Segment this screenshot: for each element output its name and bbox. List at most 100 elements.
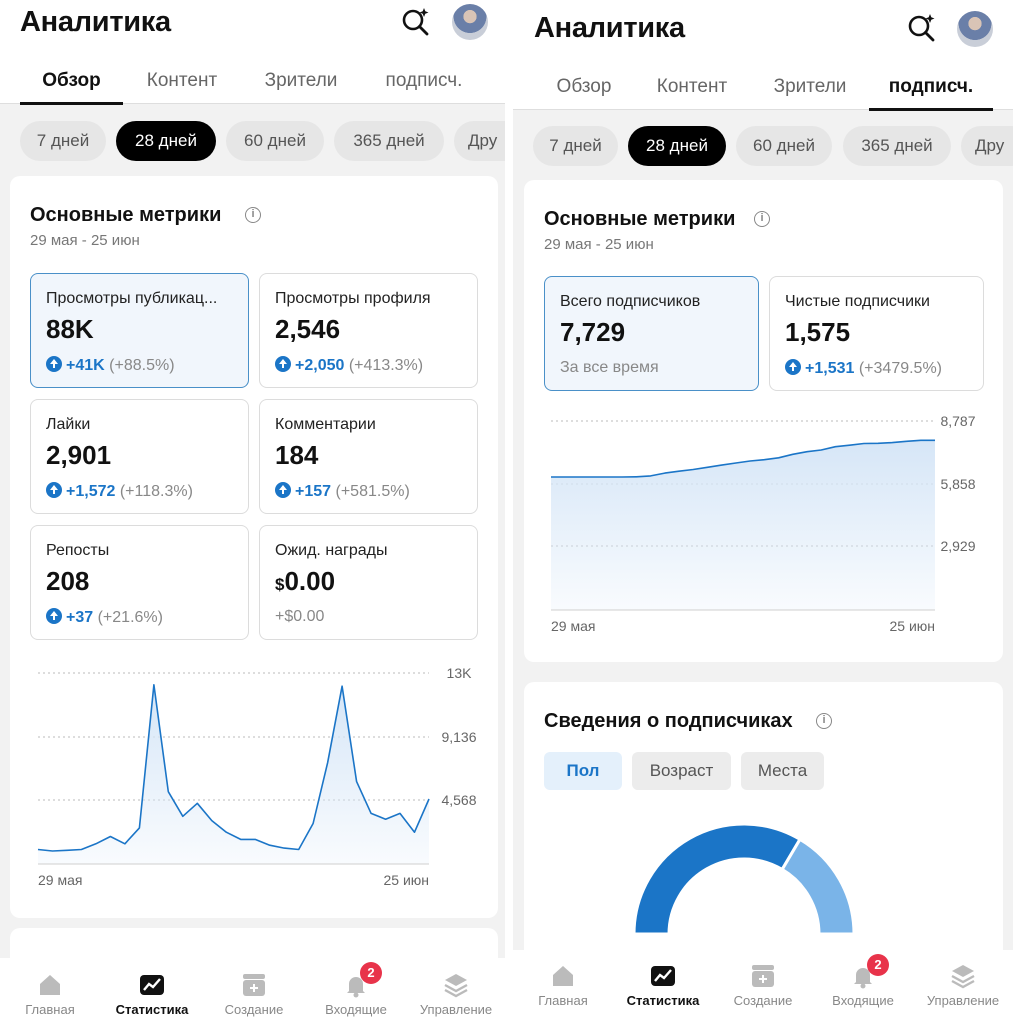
metric-profile-views[interactable]: Просмотры профиля 2,546 +2,050 (+413.3%)	[259, 273, 478, 388]
area-fill	[38, 684, 429, 864]
card-title: Основные метрики	[544, 208, 736, 230]
info-icon[interactable]: i	[754, 211, 770, 227]
y-tick-label: 8,787	[940, 413, 975, 429]
bottom-nav: Главная Статистика Создание Входящие 2 У…	[513, 950, 1013, 1024]
chip-60-days[interactable]: 60 дней	[736, 126, 832, 166]
chip-60-days[interactable]: 60 дней	[226, 121, 324, 161]
tab-followers[interactable]: подписч.	[869, 72, 993, 111]
nav-home[interactable]: Главная	[513, 950, 613, 1008]
segment-age[interactable]: Возраст	[632, 752, 731, 790]
page-title: Аналитика	[20, 6, 171, 38]
period-chips: 7 дней 28 дней 60 дней 365 дней Дру	[513, 126, 1013, 170]
x-tick-label-start: 29 мая	[38, 872, 82, 888]
metric-expected-rewards[interactable]: Ожид. награды $0.00 +$0.00	[259, 525, 478, 640]
nav-statistics[interactable]: Статистика	[613, 950, 713, 1008]
card-title: Сведения о подписчиках	[544, 710, 793, 732]
nav-manage[interactable]: Управление	[913, 950, 1013, 1008]
ai-search-icon[interactable]	[400, 6, 432, 38]
chip-28-days[interactable]: 28 дней	[116, 121, 216, 161]
y-tick-label: 4,568	[441, 792, 476, 808]
info-icon[interactable]: i	[245, 207, 261, 223]
metric-net-followers[interactable]: Чистые подписчики 1,575 +1,531 (+3479.5%…	[769, 276, 984, 391]
metric-post-views[interactable]: Просмотры публикац... 88K +41K (+88.5%)	[30, 273, 249, 388]
period-chips: 7 дней 28 дней 60 дней 365 дней Дру	[0, 121, 505, 165]
info-icon[interactable]: i	[816, 713, 832, 729]
home-icon	[553, 966, 573, 986]
main-metrics-card: Основные метрики i 29 мая - 25 июн Всего…	[524, 180, 1003, 662]
arrow-up-icon	[275, 482, 291, 498]
header: Аналитика Обзор Контент Зрители подписч.	[0, 0, 505, 105]
segment-places[interactable]: Места	[741, 752, 824, 790]
chip-7-days[interactable]: 7 дней	[20, 121, 106, 161]
arrow-up-icon	[46, 356, 62, 372]
arrow-up-icon	[46, 482, 62, 498]
chip-365-days[interactable]: 365 дней	[843, 126, 951, 166]
tab-bar: Обзор Контент Зрители подписч.	[0, 66, 505, 105]
metric-value: 2,901	[46, 440, 112, 470]
layers-icon	[951, 965, 975, 989]
header: Аналитика Обзор Контент Зрители подписч.	[513, 0, 1013, 111]
metric-value: $0.00	[275, 566, 336, 596]
chip-other[interactable]: Дру	[961, 126, 1013, 166]
clapperboard-icon	[752, 965, 774, 987]
nav-inbox[interactable]: Входящие 2	[306, 958, 406, 1017]
x-tick-label-end: 25 июн	[383, 872, 429, 888]
metric-value: 2,546	[275, 314, 341, 344]
chip-other[interactable]: Дру	[454, 121, 505, 161]
chip-7-days[interactable]: 7 дней	[533, 126, 618, 166]
metric-total-followers[interactable]: Всего подписчиков 7,729 За все время	[544, 276, 759, 391]
metric-label: Просмотры профиля	[275, 290, 431, 307]
metric-sub: За все время	[560, 359, 659, 376]
tab-audience[interactable]: Зрители	[765, 72, 855, 110]
nav-statistics[interactable]: Статистика	[102, 958, 202, 1017]
chip-28-days[interactable]: 28 дней	[628, 126, 726, 166]
notification-badge: 2	[360, 962, 382, 984]
donut-slice	[780, 837, 856, 936]
tab-content[interactable]: Контент	[649, 72, 735, 110]
trend-chart-icon	[651, 966, 675, 986]
tab-overview[interactable]: Обзор	[543, 72, 625, 110]
followers-chart: 8,787 5,858 2,929 29 мая 25 июн	[551, 413, 976, 634]
nav-manage[interactable]: Управление	[406, 958, 505, 1017]
avatar[interactable]	[452, 4, 488, 40]
metric-label: Всего подписчиков	[560, 293, 701, 310]
left-screen: Аналитика Обзор Контент Зрители подписч.…	[0, 0, 505, 1024]
nav-inbox[interactable]: Входящие 2	[813, 950, 913, 1008]
metric-sub: +$0.00	[275, 608, 325, 625]
metric-value: 184	[275, 440, 319, 470]
metric-label: Репосты	[46, 542, 110, 559]
metric-comments[interactable]: Комментарии 184 +157 (+581.5%)	[259, 399, 478, 514]
x-tick-label-end: 25 июн	[889, 618, 935, 634]
bottom-nav: Главная Статистика Создание Входящие 2 У…	[0, 958, 505, 1024]
metric-label: Просмотры публикац...	[46, 290, 218, 307]
x-tick-label-start: 29 мая	[551, 618, 595, 634]
metric-value: 88K	[46, 314, 94, 344]
followers-details-card: Сведения о подписчиках i Пол Возраст Мес…	[524, 682, 1003, 982]
segment-gender[interactable]: Пол	[544, 752, 622, 790]
tab-audience[interactable]: Зрители	[250, 66, 352, 104]
ai-search-icon[interactable]	[906, 12, 938, 44]
post-views-chart: 13K 9,136 4,568 29 мая 25 июн	[37, 665, 477, 888]
chip-365-days[interactable]: 365 дней	[334, 121, 444, 161]
trend-chart-icon	[140, 975, 164, 995]
metric-label: Ожид. награды	[275, 542, 388, 559]
metric-label: Лайки	[46, 416, 91, 433]
clapperboard-icon	[243, 974, 265, 996]
metric-likes[interactable]: Лайки 2,901 +1,572 (+118.3%)	[30, 399, 249, 514]
metric-delta: +41K (+88.5%)	[46, 356, 175, 375]
tab-content[interactable]: Контент	[134, 66, 230, 104]
nav-home[interactable]: Главная	[0, 958, 100, 1017]
metric-reposts[interactable]: Репосты 208 +37 (+21.6%)	[30, 525, 249, 640]
nav-create[interactable]: Создание	[204, 958, 304, 1017]
metric-value: 1,575	[785, 317, 851, 347]
date-range: 29 мая - 25 июн	[544, 236, 654, 253]
tab-overview[interactable]: Обзор	[20, 66, 123, 105]
right-screen: Аналитика Обзор Контент Зрители подписч.…	[513, 0, 1013, 1024]
avatar[interactable]	[957, 11, 993, 47]
tab-followers[interactable]: подписч.	[370, 66, 478, 104]
metric-delta: +1,531 (+3479.5%)	[785, 359, 942, 378]
nav-create[interactable]: Создание	[713, 950, 813, 1008]
gender-donut-chart	[632, 822, 856, 936]
donut-slice	[632, 822, 803, 936]
metric-label: Комментарии	[275, 416, 376, 433]
